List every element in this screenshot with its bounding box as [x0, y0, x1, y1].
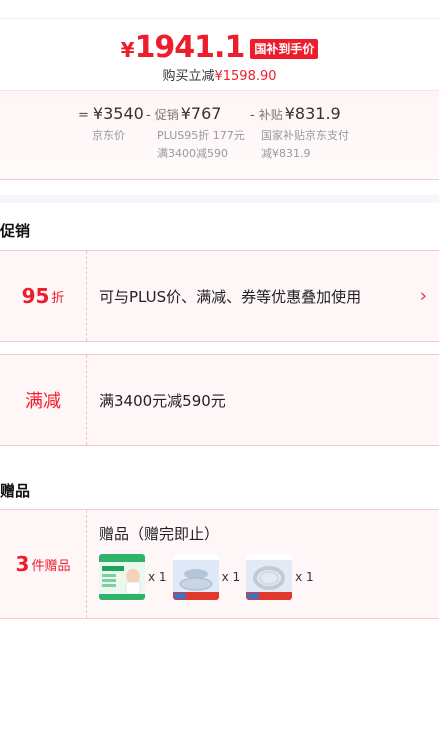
promo-section-title: 促销	[0, 222, 31, 240]
gift-thumb-2[interactable]	[172, 554, 219, 600]
gift-thumb-3[interactable]	[246, 554, 293, 600]
breakdown-jd-price: = ¥3540 京东价	[78, 104, 144, 142]
buy-reduce-text: 购买立减¥1598.90	[162, 69, 277, 84]
gift-section-title: 赠品	[0, 482, 31, 500]
manjian-label: 满减	[0, 355, 87, 445]
breakdown-promo: - 促销 ¥767 PLUS95折 177元 满3400减590	[146, 104, 245, 160]
discount-description: 可与PLUS价、满减、券等优惠叠加使用	[99, 287, 362, 306]
promo-discount-card[interactable]: 95 折 可与PLUS价、满减、券等优惠叠加使用 ›	[0, 250, 439, 342]
gift-spacer	[0, 450, 439, 460]
price-hero: ¥1941.1 国补到手价 购买立减¥1598.90	[0, 30, 439, 86]
gift-card[interactable]: 3 件赠品 赠品（赠完即止） x 1 x 1 x 1	[0, 509, 439, 619]
gift-count-label: 3 件赠品	[0, 510, 87, 618]
final-price: ¥1941.1	[120, 30, 246, 65]
gift-thumb-1[interactable]	[99, 554, 145, 600]
discount-label: 95 折	[0, 251, 87, 341]
gift-heading: 赠品（赠完即止）	[99, 525, 220, 543]
subsidy-badge: 国补到手价	[250, 39, 319, 59]
breakdown-subsidy: - 补贴 ¥831.9 国家补贴京东支付 减¥831.9	[250, 104, 349, 160]
gift-qty-1: x 1	[148, 570, 167, 584]
promo-manjian-card[interactable]: 满减 满3400元减590元	[0, 354, 439, 446]
section-separator	[0, 195, 439, 203]
gift-qty-3: x 1	[295, 570, 314, 584]
manjian-description: 满3400元减590元	[99, 391, 226, 410]
top-divider	[0, 18, 439, 19]
price-breakdown: = ¥3540 京东价 - 促销 ¥767 PLUS95折 177元 满3400减59…	[0, 90, 439, 180]
gift-qty-2: x 1	[221, 570, 241, 584]
chevron-right-icon[interactable]: ›	[420, 286, 427, 307]
